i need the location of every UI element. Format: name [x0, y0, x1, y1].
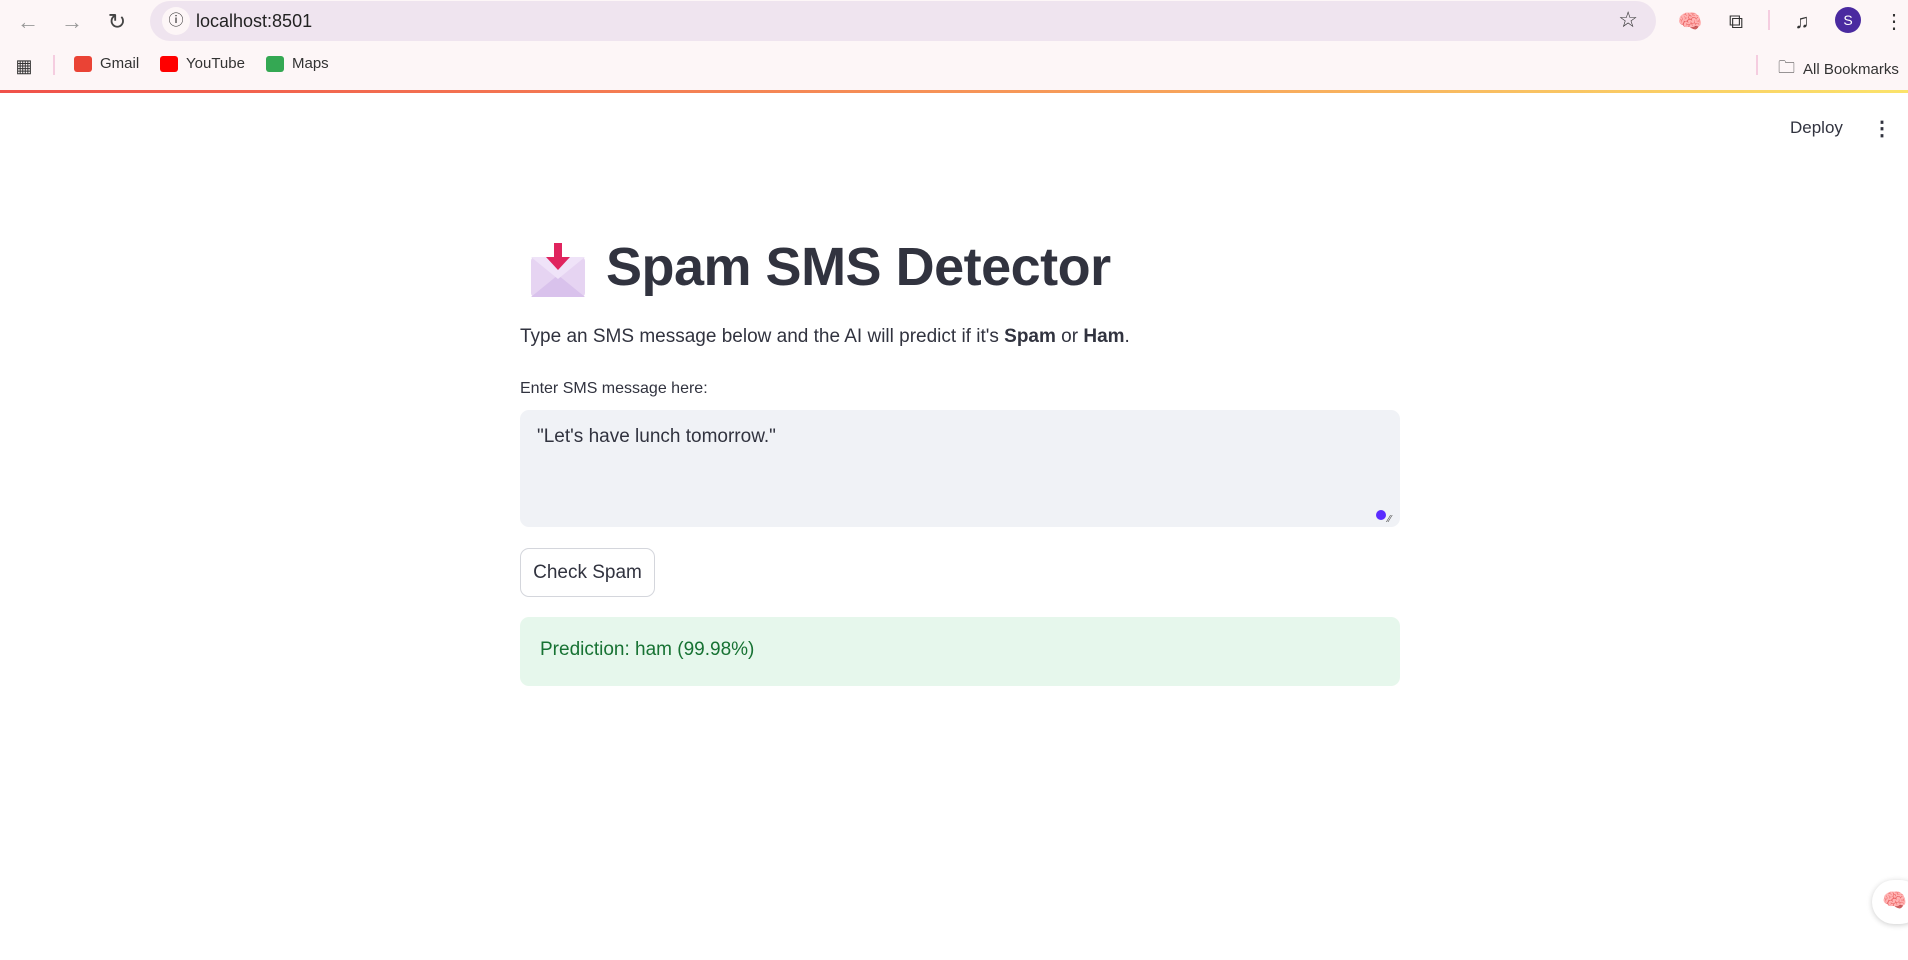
divider	[53, 55, 55, 75]
reload-icon[interactable]: ↻	[103, 8, 131, 36]
media-playlist-icon[interactable]: ♫	[1788, 8, 1816, 36]
description: Type an SMS message below and the AI wil…	[520, 326, 1130, 348]
browser-menu-icon[interactable]: ⋮	[1880, 8, 1908, 36]
divider	[1768, 10, 1770, 30]
divider	[1756, 55, 1758, 75]
youtube-icon	[160, 55, 178, 72]
brain-assistant-button[interactable]: 🧠	[1872, 880, 1908, 924]
main-menu-icon[interactable]: ⋮	[1872, 116, 1892, 141]
all-bookmarks-label: All Bookmarks	[1803, 61, 1899, 78]
address-bar[interactable]: ⓘ localhost:8501 ☆	[150, 1, 1656, 41]
sms-input-label: Enter SMS message here:	[520, 380, 708, 397]
brain-extension-icon[interactable]: 🧠	[1676, 8, 1704, 36]
folder-icon: 🗀	[1778, 58, 1795, 77]
all-bookmarks[interactable]: 🗀 All Bookmarks	[1778, 55, 1899, 84]
url-text[interactable]: localhost:8501	[196, 11, 312, 32]
site-info-icon[interactable]: ⓘ	[162, 7, 190, 35]
bookmark-label: Gmail	[100, 55, 140, 72]
profile-avatar[interactable]: S	[1835, 7, 1861, 33]
description-ham: Ham	[1083, 326, 1125, 347]
bookmark-label: Maps	[292, 55, 329, 72]
back-icon[interactable]: ←	[14, 8, 42, 36]
apps-grid-icon[interactable]: ▦	[10, 52, 38, 80]
inbox-tray-envelope-icon	[531, 243, 585, 297]
brain-icon: 🧠	[1882, 890, 1907, 912]
browser-chrome: ← → ↻ ⓘ localhost:8501 ☆ 🧠 ⧉ ♫ S ⋮ ▦ Gma…	[0, 0, 1908, 91]
prediction-success-alert: Prediction: ham (99.98%)	[520, 617, 1400, 686]
deploy-button[interactable]: Deploy	[1790, 118, 1843, 138]
bookmark-maps[interactable]: Maps	[266, 55, 329, 72]
description-or: or	[1055, 326, 1084, 347]
description-text: Type an SMS message below and the AI wil…	[520, 326, 1005, 347]
bookmark-star-icon[interactable]: ☆	[1618, 7, 1638, 33]
forward-icon[interactable]: →	[58, 8, 86, 36]
description-suffix: .	[1124, 326, 1130, 347]
description-spam: Spam	[1004, 326, 1056, 347]
gmail-icon	[74, 55, 92, 72]
bookmark-gmail[interactable]: Gmail	[74, 55, 139, 72]
extensions-puzzle-icon[interactable]: ⧉	[1722, 8, 1750, 36]
maps-icon	[266, 55, 284, 72]
header-decoration-bar	[0, 90, 1908, 93]
page-title: Spam SMS Detector	[606, 237, 1111, 297]
bookmark-youtube[interactable]: YouTube	[160, 55, 245, 72]
bookmark-label: YouTube	[186, 55, 245, 72]
input-focus-indicator	[1376, 510, 1386, 520]
check-spam-button[interactable]: Check Spam	[520, 548, 655, 597]
resize-handle[interactable]: ⁄⁄	[1388, 514, 1391, 525]
sms-message-input[interactable]: "Let's have lunch tomorrow."	[520, 410, 1400, 527]
